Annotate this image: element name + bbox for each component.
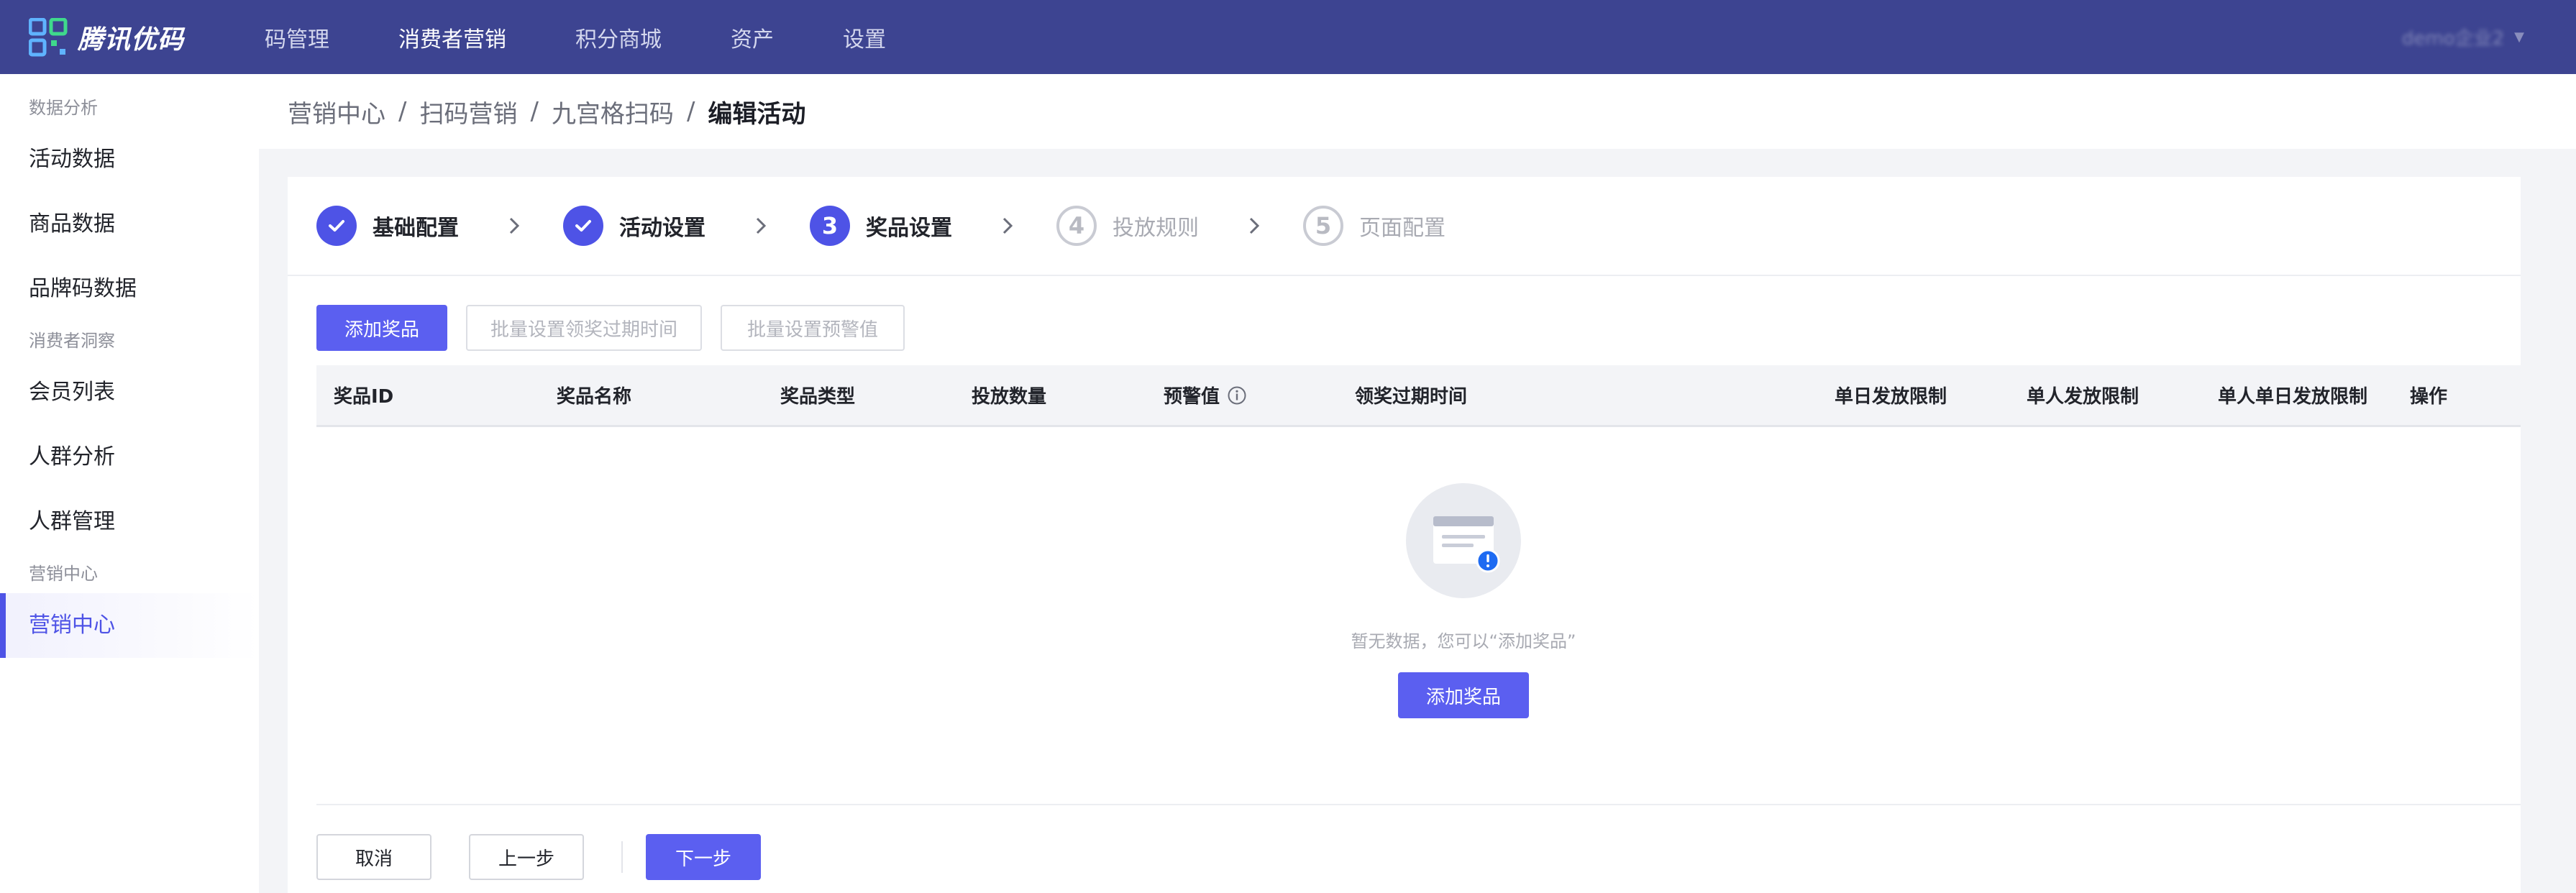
chevron-right-icon — [509, 217, 520, 234]
step-delivery-rules[interactable]: 4 投放规则 — [1056, 206, 1303, 246]
prize-toolbar: 添加奖品 批量设置领奖过期时间 批量设置预警值 — [316, 305, 905, 351]
breadcrumb: 营销中心 / 扫码营销 / 九宫格扫码 / 编辑活动 — [259, 74, 2576, 149]
check-icon — [316, 206, 357, 246]
column-header-per-user-limit: 单人发放限制 — [2027, 386, 2139, 408]
empty-document-icon — [1406, 483, 1521, 598]
chevron-right-icon — [1249, 217, 1260, 234]
page-title: 编辑活动 — [708, 99, 806, 129]
nav-item-code-management[interactable]: 码管理 — [265, 22, 329, 53]
nav-item-points-mall[interactable]: 积分商城 — [575, 22, 662, 53]
edit-activity-card: 基础配置 活动设置 3 奖品设置 4 投放规则 5 页面配置 添加奖品 批量设置… — [288, 177, 2521, 893]
breadcrumb-scan-marketing[interactable]: 扫码营销 — [419, 94, 517, 129]
steps-indicator: 基础配置 活动设置 3 奖品设置 4 投放规则 5 页面配置 — [316, 204, 1550, 247]
step-label: 奖品设置 — [866, 216, 952, 241]
step-label: 页面配置 — [1359, 216, 1445, 241]
step-label: 基础配置 — [373, 216, 459, 241]
column-header-warning-value: 预警值 — [1164, 382, 1247, 408]
sidebar-group-data-analysis: 数据分析 — [29, 98, 98, 118]
step-label: 投放规则 — [1113, 216, 1199, 241]
step-prize-settings[interactable]: 3 奖品设置 — [810, 206, 1056, 246]
step-number: 3 — [810, 206, 850, 246]
chevron-right-icon — [1002, 217, 1013, 234]
breadcrumb-marketing-center[interactable]: 营销中心 — [288, 94, 385, 129]
sidebar-item-member-list[interactable]: 会员列表 — [0, 360, 259, 425]
cancel-button[interactable]: 取消 — [316, 834, 431, 880]
step-label: 活动设置 — [619, 216, 705, 241]
step-number: 4 — [1056, 206, 1097, 246]
column-header-prize-id: 奖品ID — [334, 386, 394, 408]
sidebar-group-marketing-center: 营销中心 — [29, 564, 98, 584]
column-header-prize-name: 奖品名称 — [557, 386, 632, 408]
table-header: 奖品ID 奖品名称 奖品类型 投放数量 预警值 领奖过期时间 单日发放限制 单人… — [316, 365, 2521, 427]
sidebar-item-crowd-management[interactable]: 人群管理 — [0, 490, 259, 554]
empty-state: 暂无数据，您可以“添加奖品” 添加奖品 — [1302, 483, 1625, 718]
sidebar: 数据分析 活动数据 商品数据 品牌码数据 消费者洞察 会员列表 人群分析 人群管… — [0, 74, 259, 893]
sidebar-item-activity-data[interactable]: 活动数据 — [0, 127, 259, 192]
add-prize-button[interactable]: 添加奖品 — [316, 305, 447, 351]
sidebar-item-marketing-center[interactable]: 营销中心 — [0, 593, 259, 658]
breadcrumb-separator: / — [530, 97, 539, 126]
sidebar-group-consumer-insight: 消费者洞察 — [29, 331, 115, 351]
chevron-right-icon — [756, 217, 767, 234]
divider — [316, 804, 2521, 805]
top-navigation-bar: 腾讯优码 码管理 消费者营销 积分商城 资产 设置 demo企业2 ▼ — [0, 0, 2576, 74]
user-name: demo企业2 — [2401, 28, 2505, 50]
step-page-config[interactable]: 5 页面配置 — [1303, 206, 1550, 246]
step-basic-config[interactable]: 基础配置 — [316, 206, 563, 246]
divider — [621, 841, 623, 873]
logo-icon — [29, 17, 68, 56]
sidebar-item-product-data[interactable]: 商品数据 — [0, 192, 259, 257]
batch-set-expire-time-button[interactable]: 批量设置领奖过期时间 — [466, 305, 702, 351]
step-activity-settings[interactable]: 活动设置 — [563, 206, 810, 246]
batch-set-warning-value-button[interactable]: 批量设置预警值 — [721, 305, 905, 351]
user-menu[interactable]: demo企业2 ▼ — [2402, 24, 2524, 50]
form-footer: 取消 上一步 下一步 — [316, 834, 761, 880]
logo[interactable]: 腾讯优码 — [29, 17, 242, 57]
empty-add-prize-button[interactable]: 添加奖品 — [1398, 672, 1529, 718]
breadcrumb-separator: / — [686, 97, 695, 126]
column-header-delivery-quantity: 投放数量 — [972, 386, 1047, 408]
column-header-daily-limit: 单日发放限制 — [1835, 386, 1947, 408]
column-header-label: 预警值 — [1164, 386, 1220, 408]
next-step-button[interactable]: 下一步 — [646, 834, 761, 880]
nav-item-consumer-marketing[interactable]: 消费者营销 — [398, 22, 506, 53]
chevron-down-icon: ▼ — [2514, 29, 2524, 45]
breadcrumb-separator: / — [398, 97, 407, 126]
step-number: 5 — [1303, 206, 1343, 246]
column-header-prize-type: 奖品类型 — [780, 386, 856, 408]
prize-table: 奖品ID 奖品名称 奖品类型 投放数量 预警值 领奖过期时间 单日发放限制 单人… — [316, 365, 2521, 427]
sidebar-item-brand-code-data[interactable]: 品牌码数据 — [0, 257, 259, 321]
column-header-per-user-daily-limit: 单人单日发放限制 — [2218, 386, 2368, 408]
breadcrumb-nine-grid-scan[interactable]: 九宫格扫码 — [552, 94, 674, 129]
empty-message: 暂无数据，您可以“添加奖品” — [1351, 631, 1576, 651]
nav-item-assets[interactable]: 资产 — [731, 22, 774, 53]
column-header-actions: 操作 — [2410, 386, 2448, 408]
nav-item-settings[interactable]: 设置 — [843, 22, 886, 53]
sidebar-item-crowd-analysis[interactable]: 人群分析 — [0, 425, 259, 490]
column-header-claim-expire-time: 领奖过期时间 — [1355, 386, 1468, 408]
divider — [288, 275, 2521, 276]
logo-text: 腾讯优码 — [78, 24, 185, 55]
check-icon — [563, 206, 603, 246]
info-icon[interactable] — [1227, 385, 1247, 406]
previous-step-button[interactable]: 上一步 — [469, 834, 584, 880]
